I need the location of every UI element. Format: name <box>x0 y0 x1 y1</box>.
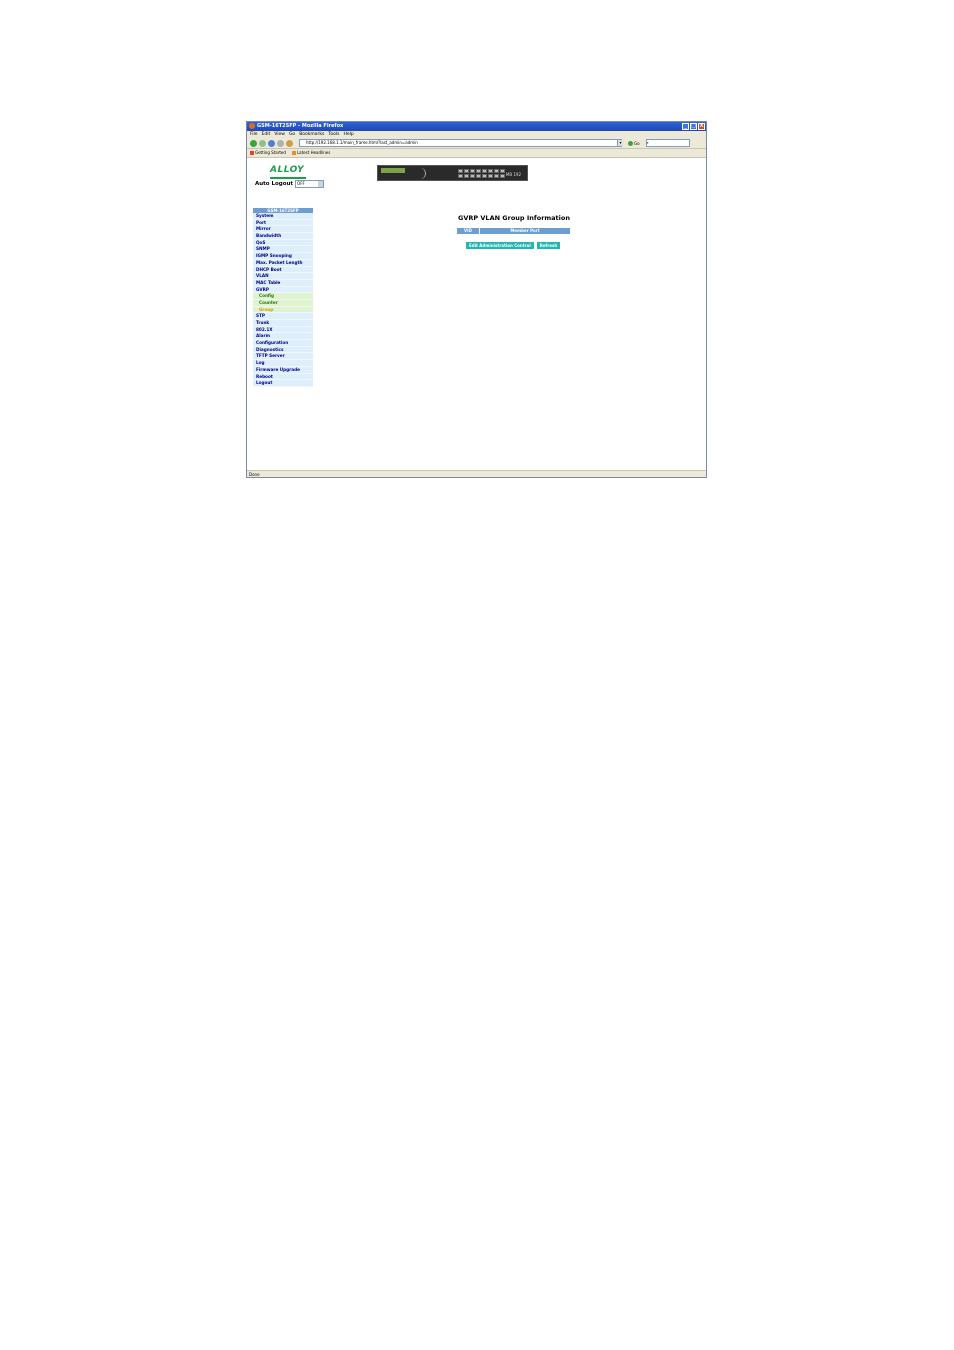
status-bar: Done <box>247 470 706 477</box>
sidebar-item-trunk[interactable]: Trunk <box>253 320 313 327</box>
status-text: Done <box>249 472 260 477</box>
rss-icon <box>291 151 296 155</box>
device-tag: MB 192 <box>505 172 521 177</box>
sidebar-item-diagnostics[interactable]: Diagnostics <box>253 346 313 354</box>
bookmark-latest-headlines[interactable]: Latest Headlines <box>291 149 331 157</box>
sidebar-item-port[interactable]: Port <box>253 219 313 227</box>
go-label: Go <box>634 140 640 146</box>
close-button[interactable]: X <box>698 123 705 130</box>
firefox-bookmark-icon <box>250 151 254 155</box>
sidebar-item-vlan[interactable]: VLAN <box>253 273 313 280</box>
title-bar: GSM-16T2SFP - Mozilla Firefox _ □ X <box>247 122 706 131</box>
sidebar-item-log[interactable]: Log <box>253 360 313 367</box>
menu-file[interactable]: File <box>250 131 258 138</box>
sidebar-item-bandwidth[interactable]: Bandwidth <box>253 233 313 240</box>
column-header-vid: VID <box>457 228 480 234</box>
bookmark-label: Getting Started <box>255 150 286 155</box>
refresh-button[interactable]: Refresh <box>536 242 561 249</box>
page-title: GVRP VLAN Group Information <box>458 214 570 222</box>
home-icon[interactable] <box>286 139 293 147</box>
sidebar-item-group[interactable]: Group <box>253 306 313 314</box>
maximize-button[interactable]: □ <box>690 123 697 130</box>
menu-edit[interactable]: Edit <box>262 131 271 138</box>
window-title: GSM-16T2SFP - Mozilla Firefox <box>257 123 344 129</box>
sidebar-item-tftp-server[interactable]: TFTP Server <box>253 353 313 361</box>
sidebar-item-firmware-upgrade[interactable]: Firmware Upgrade <box>253 366 313 374</box>
browser-window: GSM-16T2SFP - Mozilla Firefox _ □ X File… <box>246 121 707 478</box>
switch-device-image: MB 192 <box>377 165 528 181</box>
sidebar-item-max-packet-length[interactable]: Max. Packet Length <box>253 259 313 267</box>
sidebar-item-stp[interactable]: STP <box>253 313 313 320</box>
forward-icon[interactable] <box>259 139 266 147</box>
menu-bar: File Edit View Go Bookmarks Tools Help <box>247 131 706 138</box>
edit-administration-control-button[interactable]: Edit Administration Control <box>466 242 534 249</box>
go-button[interactable]: Go <box>628 140 640 146</box>
sidebar-item-config[interactable]: Config <box>253 293 313 300</box>
auto-logout-value: OFF <box>297 181 305 186</box>
sidebar-item-igmp-snooping[interactable]: IGMP Snooping <box>253 253 313 260</box>
go-icon <box>628 140 633 146</box>
firefox-icon <box>249 123 255 129</box>
reload-icon[interactable] <box>268 139 275 147</box>
auto-logout-select[interactable]: OFF <box>295 180 325 188</box>
sidebar-item-alarm[interactable]: Alarm <box>253 333 313 341</box>
sidebar-item-logout[interactable]: Logout <box>253 380 313 387</box>
bookmark-label: Latest Headlines <box>296 150 331 155</box>
action-buttons: Edit Administration Control Refresh <box>466 242 561 249</box>
sidebar-item-mac-table[interactable]: MAC Table <box>253 279 313 287</box>
sidebar-item-gvrp[interactable]: GVRP <box>253 286 313 294</box>
address-url: http://192.168.1.1/main_frame.html?last_… <box>306 140 418 145</box>
address-bar[interactable]: http://192.168.1.1/main_frame.html?last_… <box>299 139 623 147</box>
device-arc-decoration <box>403 168 426 179</box>
sidebar-item-system[interactable]: System <box>253 213 313 220</box>
dropdown-icon[interactable]: ▾ <box>617 140 623 146</box>
page-content: ALLOY Auto Logout OFF MB 192 GSM-16T2SFP… <box>247 164 706 469</box>
minimize-button[interactable]: _ <box>682 123 689 130</box>
sidebar-item-configuration[interactable]: Configuration <box>253 340 313 347</box>
auto-logout-label: Auto Logout <box>255 181 294 187</box>
bookmarks-toolbar: Getting Started Latest Headlines <box>247 149 706 158</box>
menu-tools[interactable]: Tools <box>328 131 339 138</box>
menu-help[interactable]: Help <box>343 131 353 138</box>
gvrp-group-table: VID Member Port <box>457 228 570 234</box>
auto-logout: Auto Logout OFF <box>255 180 325 188</box>
search-icon: ⌕ <box>646 140 649 145</box>
menu-go[interactable]: Go <box>289 131 295 138</box>
sidebar-item-snmp[interactable]: SNMP <box>253 246 313 254</box>
sidebar-item-qos[interactable]: QoS <box>253 239 313 247</box>
port-row-top <box>458 169 505 173</box>
port-row-bottom <box>458 174 505 178</box>
sidebar-item-dhcp-boot[interactable]: DHCP Boot <box>253 266 313 274</box>
search-input[interactable]: ⌕ <box>645 139 690 147</box>
bookmark-getting-started[interactable]: Getting Started <box>250 149 286 157</box>
sidebar-item-counter[interactable]: Counter <box>253 299 313 307</box>
navigation-toolbar: http://192.168.1.1/main_frame.html?last_… <box>247 138 706 149</box>
device-label-plate <box>381 168 405 173</box>
stop-icon[interactable] <box>277 139 284 147</box>
sidebar-item-802-1x[interactable]: 802.1X <box>253 326 313 334</box>
alloy-logo: ALLOY <box>270 166 306 179</box>
window-controls: _ □ X <box>682 123 705 130</box>
sidebar-menu: GSM-16T2SFP System Port Mirror Bandwidth QoS… <box>253 208 313 387</box>
menu-view[interactable]: View <box>274 131 285 138</box>
sidebar-item-mirror[interactable]: Mirror <box>253 226 313 234</box>
column-header-member-port: Member Port <box>480 228 570 234</box>
back-icon[interactable] <box>250 139 257 147</box>
menu-bookmarks[interactable]: Bookmarks <box>299 131 324 138</box>
sidebar-item-reboot[interactable]: Reboot <box>253 373 313 381</box>
